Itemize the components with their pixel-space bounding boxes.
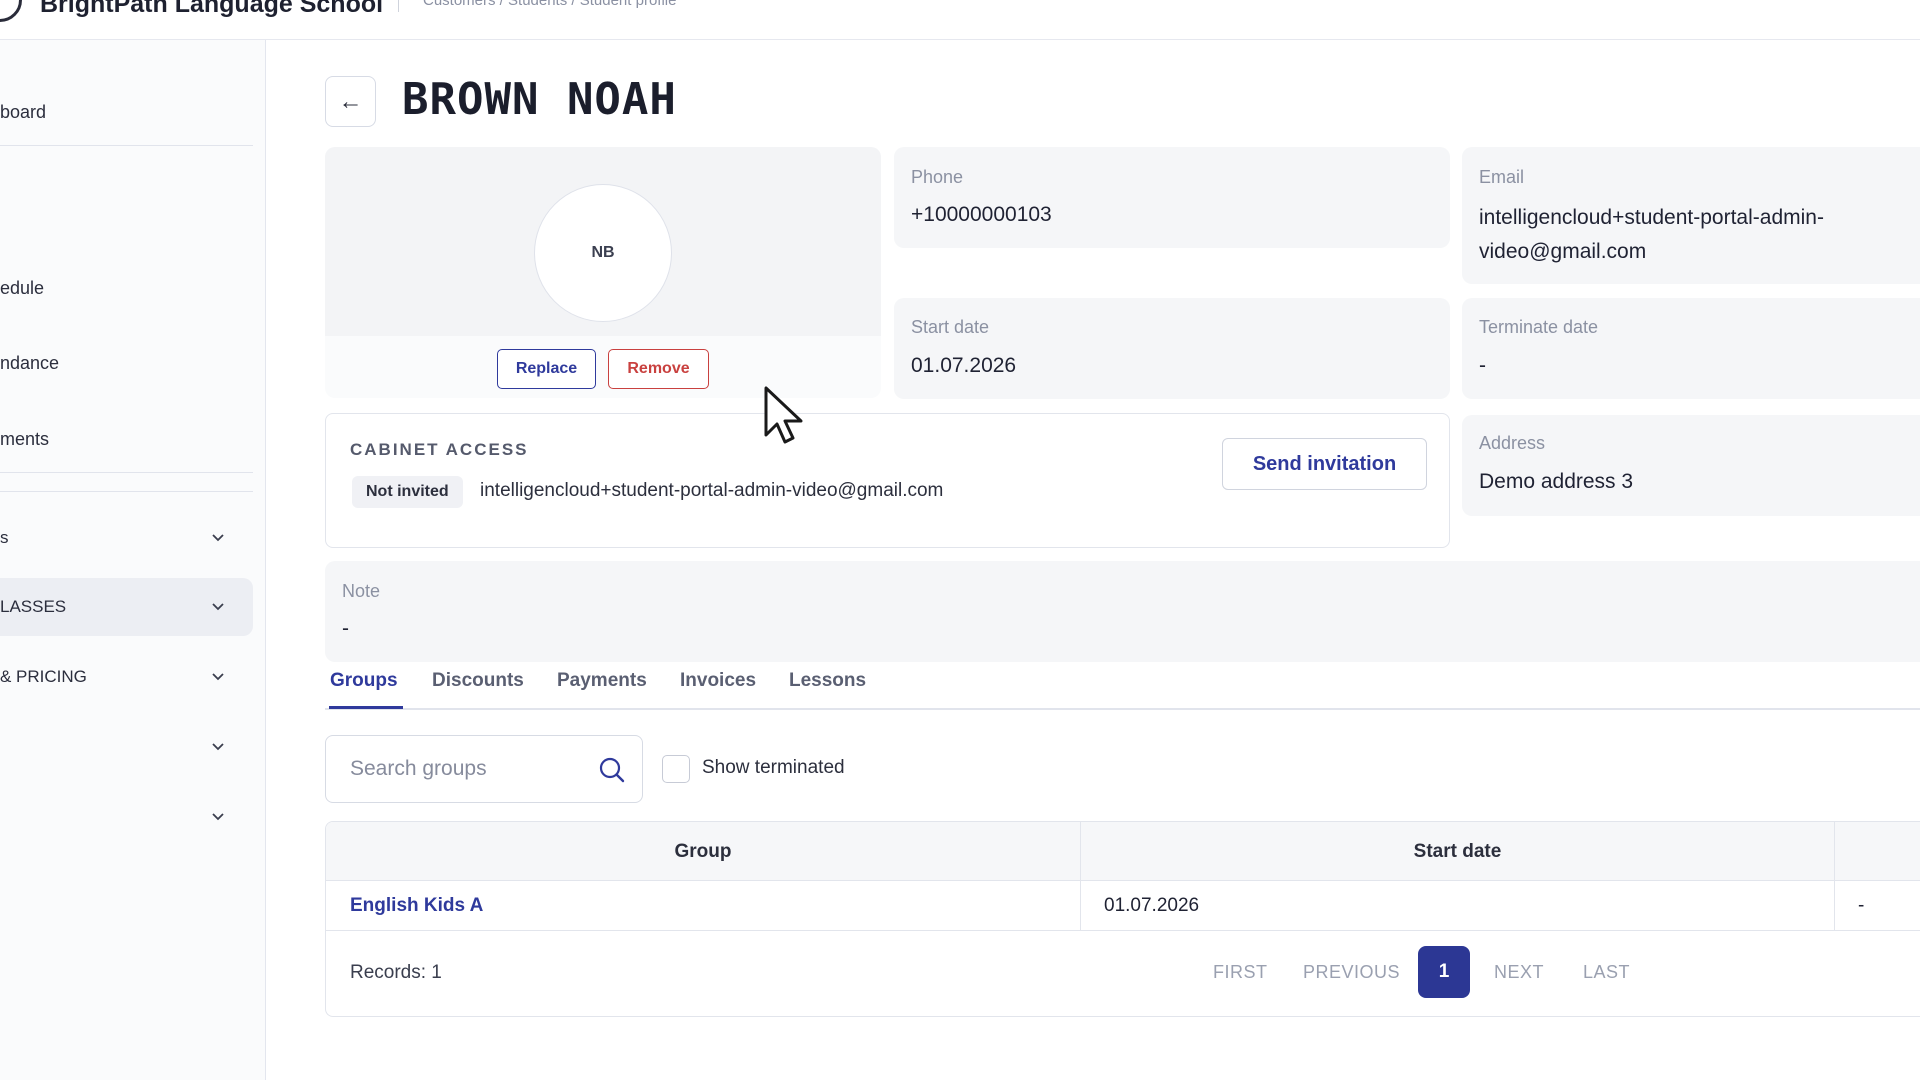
top-bar: BrightPath Language School Customers / S…	[0, 0, 1920, 40]
chevron-down-icon	[212, 743, 224, 751]
group-start-date: 01.07.2026	[1104, 895, 1200, 916]
note-label: Note	[342, 581, 381, 601]
sidebar-group-classes[interactable]: LASSES	[0, 578, 253, 636]
pager-current-page[interactable]: 1	[1418, 946, 1470, 998]
pager-last[interactable]: LAST	[1583, 962, 1630, 983]
cabinet-access-card: CABINET ACCESS Not invited intelligenclo…	[325, 413, 1450, 548]
back-arrow-icon: ←	[338, 87, 363, 115]
header-divider	[398, 0, 399, 12]
start-date-value: 01.07.2026	[911, 354, 1017, 377]
sidebar-divider	[0, 145, 253, 146]
tab-payments[interactable]: Payments	[557, 670, 647, 692]
group-extra-value: -	[1858, 895, 1865, 916]
sidebar-divider	[0, 491, 253, 492]
chevron-down-icon	[212, 534, 224, 542]
avatar-card: NB Replace Remove	[325, 147, 881, 398]
page-title: BROWN NOAH	[402, 74, 677, 125]
address-label: Address	[1479, 433, 1546, 453]
show-terminated-label[interactable]: Show terminated	[702, 757, 845, 779]
tab-discounts[interactable]: Discounts	[432, 670, 524, 692]
avatar-initials: NB	[591, 244, 615, 261]
terminate-date-value: -	[1479, 354, 1486, 377]
search-icon[interactable]	[598, 756, 626, 784]
phone-value: +10000000103	[911, 203, 1052, 226]
note-card: Note -	[325, 561, 1920, 662]
breadcrumb[interactable]: Customers / Students / Student profile	[423, 0, 676, 9]
chevron-down-icon	[212, 673, 224, 681]
start-date-label: Start date	[911, 317, 990, 337]
sidebar-group-1[interactable]: s	[0, 509, 253, 567]
active-tab-indicator	[329, 706, 403, 709]
column-divider	[1080, 822, 1081, 930]
email-label: Email	[1479, 167, 1525, 187]
pager-previous[interactable]: PREVIOUS	[1303, 962, 1400, 983]
avatar: NB	[534, 184, 672, 322]
sidebar-item-schedule[interactable]: edule	[0, 268, 44, 308]
back-button[interactable]: ←	[325, 76, 376, 127]
email-card: Email intelligencloud+student-portal-adm…	[1462, 147, 1920, 284]
status-badge: Not invited	[352, 476, 463, 508]
search-input[interactable]	[326, 736, 586, 802]
tab-invoices[interactable]: Invoices	[680, 670, 756, 692]
sidebar-group-label: & PRICING	[0, 667, 87, 686]
sidebar: board edule ndance ments s LASSES & PRIC…	[0, 40, 266, 1080]
row-divider	[326, 930, 1920, 931]
column-divider	[1834, 822, 1835, 930]
note-value: -	[342, 617, 349, 640]
start-date-card: Start date 01.07.2026	[894, 298, 1450, 399]
replace-photo-button[interactable]: Replace	[497, 349, 596, 389]
sidebar-divider	[0, 472, 253, 473]
terminate-date-card: Terminate date -	[1462, 298, 1920, 399]
sidebar-group-pricing[interactable]: & PRICING	[0, 648, 253, 706]
cabinet-email: intelligencloud+student-portal-admin-vid…	[480, 480, 944, 501]
sidebar-item-attendance[interactable]: ndance	[0, 343, 59, 383]
pager-next[interactable]: NEXT	[1494, 962, 1544, 983]
email-value: intelligencloud+student-portal-admin-vid…	[1479, 206, 1824, 263]
chevron-down-icon	[212, 813, 224, 821]
address-value: Demo address 3	[1479, 470, 1634, 493]
column-header-extra	[1835, 822, 1920, 881]
sidebar-group-4[interactable]	[0, 718, 253, 776]
pager-first[interactable]: FIRST	[1213, 962, 1268, 983]
groups-table: Group Start date English Kids A 01.07.20…	[325, 821, 1920, 1017]
sidebar-item-dashboard[interactable]: board	[0, 92, 46, 132]
remove-photo-button[interactable]: Remove	[608, 349, 709, 389]
school-logo-icon[interactable]	[0, 0, 22, 22]
sidebar-group-label: LASSES	[0, 597, 67, 616]
tab-lessons[interactable]: Lessons	[789, 670, 866, 692]
show-terminated-checkbox[interactable]	[662, 755, 690, 783]
sidebar-group-label: s	[0, 528, 9, 547]
terminate-date-label: Terminate date	[1479, 317, 1599, 337]
cabinet-access-title: CABINET ACCESS	[350, 440, 529, 459]
sidebar-item-payments[interactable]: ments	[0, 419, 49, 459]
profile-tabs: Groups Discounts Payments Invoices Lesso…	[325, 658, 1920, 710]
phone-label: Phone	[911, 167, 964, 187]
address-card: Address Demo address 3	[1462, 415, 1920, 516]
search-groups-box	[325, 735, 643, 803]
group-link[interactable]: English Kids A	[350, 882, 483, 930]
records-count: Records: 1	[350, 962, 442, 983]
phone-card: Phone +10000000103	[894, 147, 1450, 248]
send-invitation-button[interactable]: Send invitation	[1222, 438, 1427, 490]
chevron-down-icon	[212, 603, 224, 611]
sidebar-group-5[interactable]	[0, 788, 253, 846]
app-title: BrightPath Language School	[40, 0, 384, 18]
column-header-group[interactable]: Group	[326, 822, 1080, 881]
column-header-start-date[interactable]: Start date	[1081, 822, 1834, 881]
tab-groups[interactable]: Groups	[330, 670, 398, 692]
